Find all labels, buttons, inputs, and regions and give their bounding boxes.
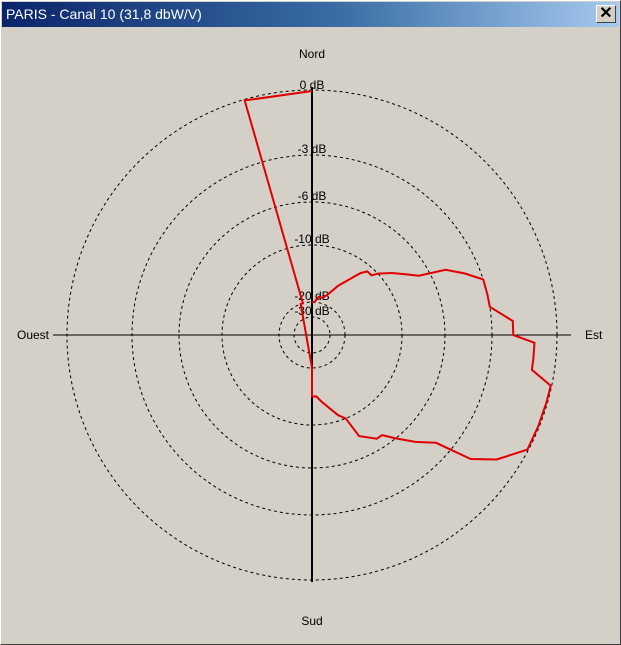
direction-label-north: Nord — [299, 47, 325, 61]
ring-label-5: -30 dB — [294, 304, 329, 318]
compass-axes — [53, 87, 571, 582]
ring-label-3: -10 dB — [294, 232, 329, 246]
polar-radiation-chart: 0 dB-3 dB-6 dB-10 dB-20 dB-30 dB Nord Su… — [17, 47, 603, 628]
pattern-series — [243, 90, 552, 461]
direction-label-south: Sud — [301, 614, 322, 628]
polar-plot-window: PARIS - Canal 10 (31,8 dbW/V) ✕ 0 dB -3 d… — [0, 0, 621, 645]
ring-label-0: 0 dB — [300, 78, 325, 92]
pattern-line-0 — [243, 90, 552, 461]
direction-label-west: Ouest — [17, 328, 50, 342]
ring-label-1: -3 dB — [298, 142, 327, 156]
direction-label-east: Est — [585, 328, 603, 342]
ring-label-2: -6 dB — [298, 189, 327, 203]
